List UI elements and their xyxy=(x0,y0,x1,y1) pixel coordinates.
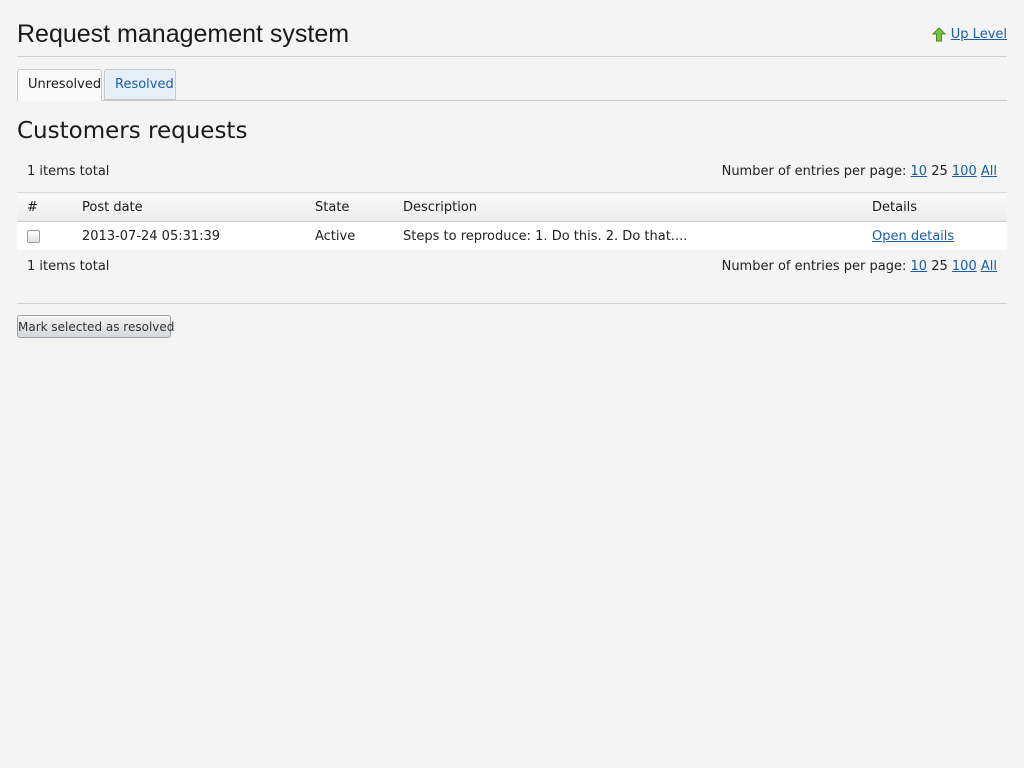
mark-resolved-button[interactable]: Mark selected as resolved xyxy=(17,315,174,338)
per-page-selector: Number of entries per page: 10 25 100 Al… xyxy=(722,164,997,179)
column-header-post-date[interactable]: Post date xyxy=(82,192,315,222)
tab-unresolved[interactable]: Unresolved xyxy=(17,69,102,101)
page-title: Request management system xyxy=(17,20,350,48)
up-level-label: Up Level xyxy=(950,27,1007,42)
page: Request management system Up Level Unres… xyxy=(0,0,1024,768)
divider xyxy=(17,303,1007,304)
page-header: Request management system Up Level xyxy=(17,18,1007,57)
state-cell: Active xyxy=(315,221,403,250)
per-page-option-all[interactable]: All xyxy=(981,164,997,179)
column-header-number: # xyxy=(17,192,82,222)
tab-resolved[interactable]: Resolved xyxy=(104,69,176,100)
column-header-state[interactable]: State xyxy=(315,192,403,222)
description-cell: Steps to reproduce: 1. Do this. 2. Do th… xyxy=(403,221,872,250)
pager-top: 1 items total Number of entries per page… xyxy=(17,164,1007,184)
post-date-cell: 2013-07-24 05:31:39 xyxy=(82,221,315,250)
items-total: 1 items total xyxy=(27,164,110,179)
per-page-option-all[interactable]: All xyxy=(981,259,997,274)
per-page-label: Number of entries per page: xyxy=(721,259,907,274)
per-page-option-10[interactable]: 10 xyxy=(911,164,928,179)
row-select-checkbox[interactable] xyxy=(27,229,40,243)
items-total: 1 items total xyxy=(27,259,110,274)
column-header-description[interactable]: Description xyxy=(403,192,872,222)
per-page-selector: Number of entries per page: 10 25 100 Al… xyxy=(722,259,997,274)
section-title: Customers requests xyxy=(17,118,248,144)
up-level-link[interactable]: Up Level xyxy=(931,27,1007,42)
requests-table: # Post date State Description Details 20… xyxy=(17,192,1007,250)
per-page-option-100[interactable]: 100 xyxy=(952,164,977,179)
per-page-label: Number of entries per page: xyxy=(721,164,907,179)
column-header-details: Details xyxy=(872,192,1007,222)
table-row: 2013-07-24 05:31:39 Active Steps to repr… xyxy=(17,221,1007,250)
details-cell: Open details xyxy=(872,221,1007,250)
open-details-link[interactable]: Open details xyxy=(872,229,954,244)
per-page-option-10[interactable]: 10 xyxy=(911,259,928,274)
per-page-option-25-current: 25 xyxy=(931,259,948,274)
tab-bar: Unresolved Resolved xyxy=(17,69,1007,101)
up-arrow-icon xyxy=(931,27,946,42)
table-header-row: # Post date State Description Details xyxy=(17,192,1007,222)
row-select-cell xyxy=(17,221,82,250)
per-page-option-25-current: 25 xyxy=(931,164,948,179)
per-page-option-100[interactable]: 100 xyxy=(952,259,977,274)
pager-bottom: 1 items total Number of entries per page… xyxy=(17,259,1007,279)
